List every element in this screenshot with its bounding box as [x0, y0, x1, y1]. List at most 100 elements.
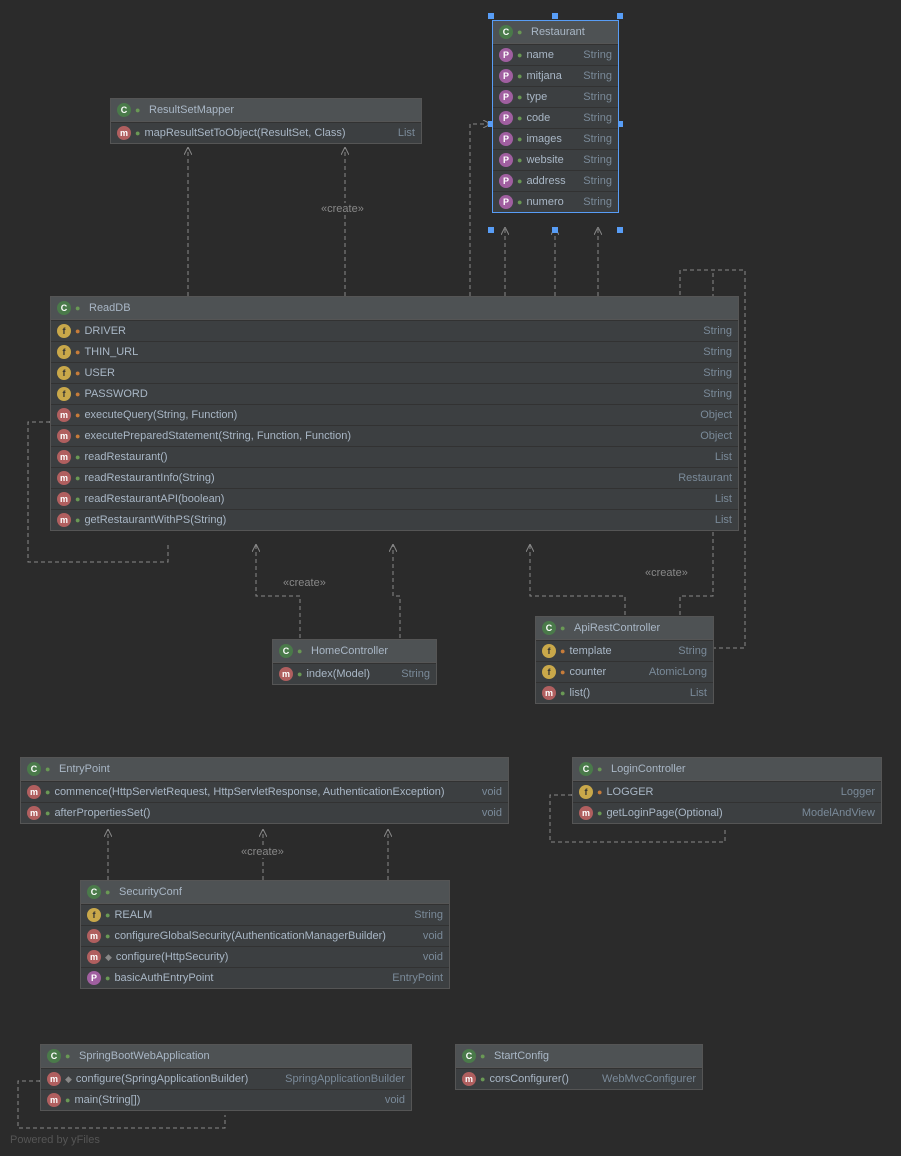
member-row[interactable]: P●mitjanaString	[493, 65, 618, 86]
member-name: getRestaurantWithPS(String)	[84, 514, 710, 526]
visibility-icon: ●	[297, 669, 302, 679]
member-row[interactable]: m●corsConfigurer()WebMvcConfigurer	[456, 1068, 702, 1089]
method-icon: m	[57, 492, 71, 506]
visibility-icon: ●	[517, 176, 522, 186]
member-type: List	[715, 514, 732, 526]
member-name: mapResultSetToObject(ResultSet, Class)	[144, 127, 393, 139]
member-row[interactable]: f●DRIVERString	[51, 320, 738, 341]
member-type: String	[401, 668, 430, 680]
method-icon: m	[579, 806, 593, 820]
member-type: String	[583, 112, 612, 124]
member-row[interactable]: m●getLoginPage(Optional)ModelAndView	[573, 802, 881, 823]
member-row[interactable]: f●templateString	[536, 640, 713, 661]
member-row[interactable]: m●mapResultSetToObject(ResultSet, Class)…	[111, 122, 421, 143]
class-SecurityConf[interactable]: C●SecurityConff●REALMStringm●configureGl…	[80, 880, 450, 989]
visibility-icon: ●	[75, 515, 80, 525]
member-row[interactable]: m●afterPropertiesSet()void	[21, 802, 508, 823]
class-icon: C	[499, 25, 513, 39]
member-name: website	[526, 154, 579, 166]
member-row[interactable]: P●imagesString	[493, 128, 618, 149]
member-row[interactable]: m●list()List	[536, 682, 713, 703]
member-type: String	[678, 645, 707, 657]
class-header[interactable]: C●EntryPoint	[21, 758, 508, 781]
class-ApiRestController[interactable]: C●ApiRestControllerf●templateStringf●cou…	[535, 616, 714, 704]
class-header[interactable]: C●ReadDB	[51, 297, 738, 320]
member-type: String	[703, 367, 732, 379]
member-row[interactable]: P●addressString	[493, 170, 618, 191]
yfiles-footer: Powered by yFiles	[10, 1134, 100, 1146]
member-type: void	[423, 930, 443, 942]
member-row[interactable]: f●LOGGERLogger	[573, 781, 881, 802]
member-name: configure(HttpSecurity)	[116, 951, 419, 963]
visibility-icon: ●	[65, 1095, 70, 1105]
class-header[interactable]: C●SecurityConf	[81, 881, 449, 904]
member-name: commence(HttpServletRequest, HttpServlet…	[54, 786, 477, 798]
label-create: «create»	[280, 577, 329, 589]
class-header[interactable]: C●StartConfig	[456, 1045, 702, 1068]
class-ResultSetMapper[interactable]: C●ResultSetMapperm●mapResultSetToObject(…	[110, 98, 422, 144]
method-icon: m	[542, 686, 556, 700]
field-icon: f	[542, 665, 556, 679]
member-row[interactable]: m●main(String[])void	[41, 1089, 411, 1110]
member-row[interactable]: f●PASSWORDString	[51, 383, 738, 404]
member-type: String	[583, 70, 612, 82]
class-EntryPoint[interactable]: C●EntryPointm●commence(HttpServletReques…	[20, 757, 509, 824]
member-row[interactable]: m ● getRestaurantWithPS(String) List	[51, 509, 738, 530]
class-StartConfig[interactable]: C●StartConfigm●corsConfigurer()WebMvcCon…	[455, 1044, 703, 1090]
visibility-icon: ●	[105, 931, 110, 941]
class-header[interactable]: C●ApiRestController	[536, 617, 713, 640]
member-row[interactable]: f●counterAtomicLong	[536, 661, 713, 682]
member-row[interactable]: f●USERString	[51, 362, 738, 383]
member-row[interactable]: m●index(Model)String	[273, 663, 436, 684]
member-name: images	[526, 133, 579, 145]
member-name: basicAuthEntryPoint	[114, 972, 388, 984]
class-Restaurant[interactable]: C●RestaurantP●nameStringP●mitjanaStringP…	[492, 20, 619, 213]
method-icon: m	[57, 513, 71, 527]
property-icon: P	[499, 90, 513, 104]
member-type: List	[715, 493, 732, 505]
visibility-icon: ●	[560, 646, 565, 656]
visibility-icon: ●	[517, 71, 522, 81]
member-row[interactable]: m●readRestaurantInfo(String)Restaurant	[51, 467, 738, 488]
label-create: «create»	[318, 203, 367, 215]
member-name: corsConfigurer()	[489, 1073, 598, 1085]
member-name: executePreparedStatement(String, Functio…	[84, 430, 696, 442]
class-HomeController[interactable]: C●HomeControllerm●index(Model)String	[272, 639, 437, 685]
member-row[interactable]: m●commence(HttpServletRequest, HttpServl…	[21, 781, 508, 802]
member-row[interactable]: m●configureGlobalSecurity(Authentication…	[81, 925, 449, 946]
member-name: executeQuery(String, Function)	[84, 409, 696, 421]
method-icon: m	[57, 471, 71, 485]
class-header[interactable]: C●HomeController	[273, 640, 436, 663]
class-name: LoginController	[611, 763, 875, 775]
member-row[interactable]: m●executePreparedStatement(String, Funct…	[51, 425, 738, 446]
class-header[interactable]: C●Restaurant	[493, 21, 618, 44]
member-row[interactable]: m●executeQuery(String, Function)Object	[51, 404, 738, 425]
visibility-icon: ●	[45, 808, 50, 818]
visibility-icon: ●	[517, 134, 522, 144]
member-row[interactable]: P●numeroString	[493, 191, 618, 212]
class-name: ResultSetMapper	[149, 104, 415, 116]
method-icon: m	[47, 1093, 61, 1107]
class-ReadDB[interactable]: C●ReadDBf●DRIVERStringf●THIN_URLStringf●…	[50, 296, 739, 531]
member-row[interactable]: f●THIN_URLString	[51, 341, 738, 362]
class-header[interactable]: C●SpringBootWebApplication	[41, 1045, 411, 1068]
member-row[interactable]: P●typeString	[493, 86, 618, 107]
member-row[interactable]: P●websiteString	[493, 149, 618, 170]
member-type: String	[414, 909, 443, 921]
member-row[interactable]: P●basicAuthEntryPointEntryPoint	[81, 967, 449, 988]
member-row[interactable]: P●nameString	[493, 44, 618, 65]
member-row[interactable]: f●REALMString	[81, 904, 449, 925]
visibility-icon: ●	[597, 808, 602, 818]
visibility-icon: ●	[75, 473, 80, 483]
class-SpringBootWebApplication[interactable]: C●SpringBootWebApplicationm◆configure(Sp…	[40, 1044, 412, 1111]
member-row[interactable]: m●readRestaurant()List	[51, 446, 738, 467]
member-row[interactable]: m◆configure(HttpSecurity)void	[81, 946, 449, 967]
member-type: String	[703, 388, 732, 400]
class-header[interactable]: C●ResultSetMapper	[111, 99, 421, 122]
class-LoginController[interactable]: C●LoginControllerf●LOGGERLoggerm●getLogi…	[572, 757, 882, 824]
member-name: configureGlobalSecurity(AuthenticationMa…	[114, 930, 418, 942]
member-row[interactable]: P●codeString	[493, 107, 618, 128]
class-header[interactable]: C●LoginController	[573, 758, 881, 781]
member-row[interactable]: m◆configure(SpringApplicationBuilder)Spr…	[41, 1068, 411, 1089]
member-row[interactable]: m●readRestaurantAPI(boolean)List	[51, 488, 738, 509]
